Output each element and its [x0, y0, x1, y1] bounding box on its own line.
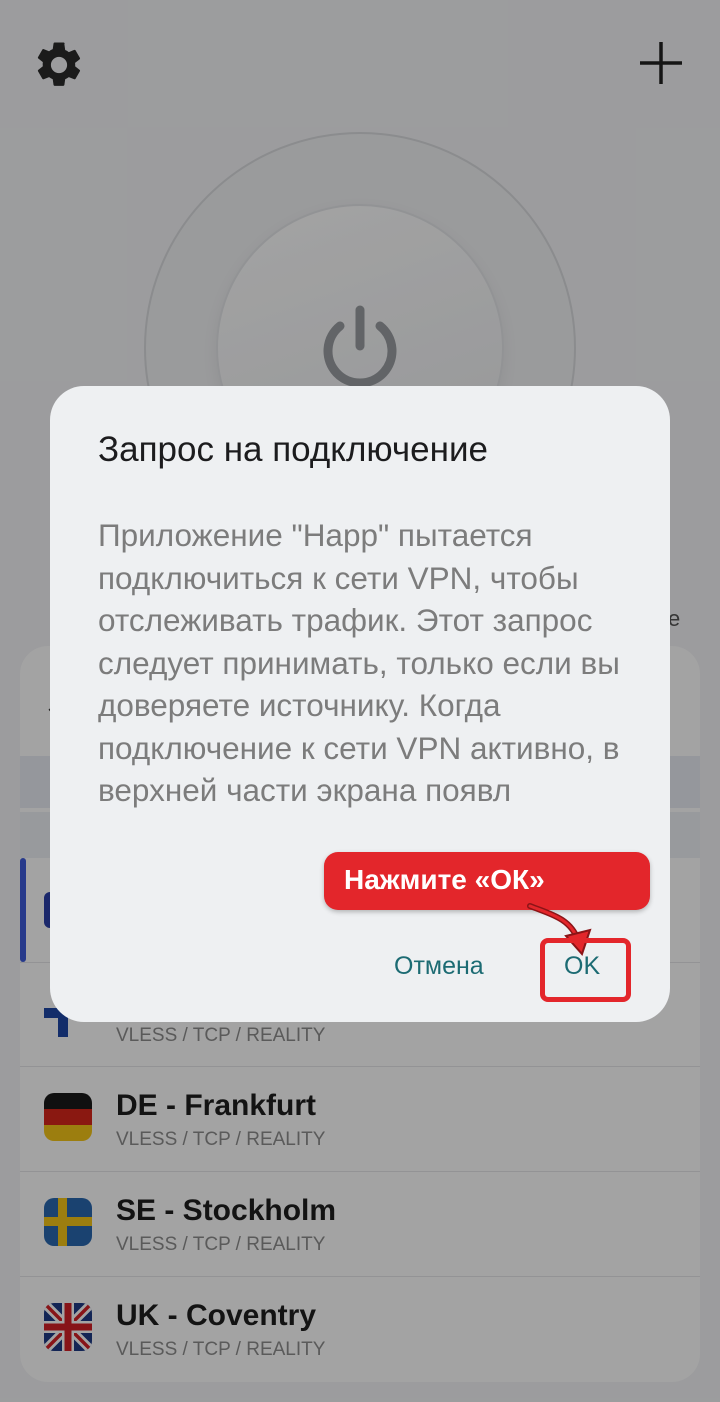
instruction-callout: Нажмите «ОК»: [324, 852, 650, 910]
ok-button-highlight: [540, 938, 631, 1002]
dialog-title: Запрос на подключение: [98, 430, 488, 469]
cancel-button[interactable]: Отмена: [394, 952, 484, 981]
app-screen: е ⌄ VLESS / TCP / REALITY DE - Frankfurt…: [0, 0, 720, 1402]
callout-text: Нажмите «ОК»: [344, 864, 545, 895]
dialog-message: Приложение "Happ" пытается подключиться …: [98, 517, 620, 808]
